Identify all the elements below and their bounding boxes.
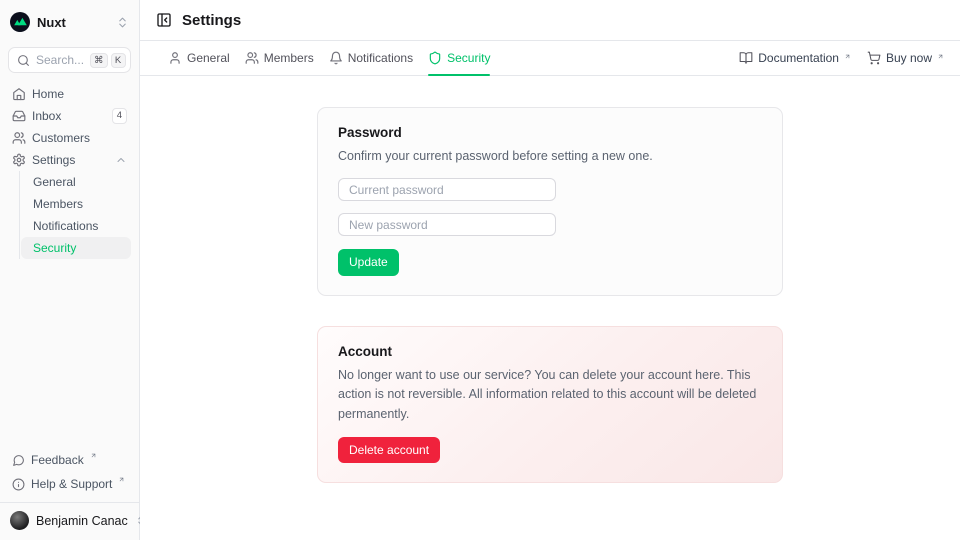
- users-icon: [245, 51, 259, 65]
- sidebar-item-home[interactable]: Home: [8, 83, 131, 105]
- tab-label: Security: [447, 51, 490, 65]
- bell-icon: [329, 51, 343, 65]
- user-icon: [168, 51, 182, 65]
- sidebar-item-inbox[interactable]: Inbox 4: [8, 105, 131, 127]
- tab-general[interactable]: General: [168, 41, 230, 75]
- user-menu[interactable]: Benjamin Canac: [0, 502, 139, 530]
- tab-label: Members: [264, 51, 314, 65]
- header-actions: Documentation Buy now: [739, 51, 944, 65]
- documentation-link[interactable]: Documentation: [739, 51, 851, 65]
- tab-bar: General Members Notifications Security D…: [140, 41, 960, 76]
- chevron-up-icon: [115, 154, 127, 166]
- sidebar-subitem-label: Members: [33, 197, 83, 211]
- account-card-description: No longer want to use our service? You c…: [338, 366, 762, 424]
- tab-members[interactable]: Members: [245, 41, 314, 75]
- main-area: Settings General Members Notifications S…: [140, 0, 960, 540]
- sidebar-toggle-icon[interactable]: [156, 12, 172, 28]
- sidebar-spacer: [8, 259, 131, 450]
- users-icon: [12, 131, 26, 145]
- inbox-count-badge: 4: [112, 108, 127, 124]
- sidebar-subitem-label: Notifications: [33, 219, 98, 233]
- search-kbd-shortcuts: ⌘ K: [90, 53, 126, 68]
- help-support-link[interactable]: Help & Support: [8, 474, 131, 494]
- kbd-meta: ⌘: [90, 53, 108, 68]
- delete-account-button[interactable]: Delete account: [338, 437, 440, 463]
- kbd-k: K: [111, 53, 126, 68]
- sidebar-item-label: Customers: [32, 131, 90, 145]
- external-link-icon: [844, 53, 851, 60]
- update-password-button[interactable]: Update: [338, 249, 399, 275]
- team-name: Nuxt: [37, 15, 66, 30]
- tab-label: Notifications: [348, 51, 413, 65]
- info-circle-icon: [12, 478, 25, 491]
- buy-now-link[interactable]: Buy now: [867, 51, 944, 65]
- tabs: General Members Notifications Security: [168, 41, 490, 75]
- avatar: [10, 511, 29, 530]
- inbox-icon: [12, 109, 26, 123]
- search-placeholder: Search...: [36, 53, 84, 67]
- search-icon: [17, 54, 30, 67]
- sidebar-item-label: Home: [32, 87, 64, 101]
- chat-bubble-icon: [12, 454, 25, 467]
- sidebar-item-settings[interactable]: Settings: [8, 149, 131, 171]
- search-input[interactable]: Search... ⌘ K: [8, 47, 131, 73]
- account-card-title: Account: [338, 344, 762, 359]
- settings-subnav: General Members Notifications Security: [19, 171, 131, 259]
- settings-security-content: Password Confirm your current password b…: [140, 76, 960, 540]
- action-link-label: Buy now: [886, 51, 932, 65]
- user-name: Benjamin Canac: [36, 514, 128, 528]
- sidebar-subitem-members[interactable]: Members: [21, 193, 131, 215]
- shopping-cart-icon: [867, 51, 881, 65]
- team-switcher[interactable]: Nuxt: [8, 10, 131, 34]
- password-card-title: Password: [338, 125, 762, 140]
- external-link-icon: [118, 476, 125, 483]
- tab-notifications[interactable]: Notifications: [329, 41, 413, 75]
- sidebar-subitem-label: Security: [33, 241, 76, 255]
- password-card-description: Confirm your current password before set…: [338, 147, 762, 166]
- sidebar: Nuxt Search... ⌘ K Home Inbox 4 Customer…: [0, 0, 140, 540]
- gear-icon: [12, 153, 26, 167]
- sidebar-item-customers[interactable]: Customers: [8, 127, 131, 149]
- home-icon: [12, 87, 26, 101]
- current-password-field[interactable]: [338, 178, 556, 201]
- account-card: Account No longer want to use our servic…: [317, 326, 783, 484]
- page-header: Settings: [140, 0, 960, 41]
- sidebar-item-label: Inbox: [32, 109, 61, 123]
- nuxt-logo-icon: [10, 12, 30, 32]
- external-link-icon: [90, 452, 97, 459]
- action-link-label: Documentation: [758, 51, 839, 65]
- sidebar-subitem-general[interactable]: General: [21, 171, 131, 193]
- shield-icon: [428, 51, 442, 65]
- feedback-link[interactable]: Feedback: [8, 450, 131, 470]
- external-link-icon: [937, 53, 944, 60]
- sidebar-footer-links: Feedback Help & Support: [8, 450, 131, 502]
- footer-link-label: Help & Support: [31, 477, 112, 491]
- chevron-up-down-icon: [116, 16, 129, 29]
- sidebar-nav: Home Inbox 4 Customers Settings General …: [8, 83, 131, 259]
- page-title: Settings: [182, 12, 241, 29]
- book-open-icon: [739, 51, 753, 65]
- sidebar-subitem-security[interactable]: Security: [21, 237, 131, 259]
- new-password-field[interactable]: [338, 213, 556, 236]
- footer-link-label: Feedback: [31, 453, 84, 467]
- password-card: Password Confirm your current password b…: [317, 107, 783, 296]
- sidebar-subitem-label: General: [33, 175, 76, 189]
- sidebar-subitem-notifications[interactable]: Notifications: [21, 215, 131, 237]
- tab-security[interactable]: Security: [428, 41, 490, 75]
- tab-label: General: [187, 51, 230, 65]
- sidebar-item-label: Settings: [32, 153, 75, 167]
